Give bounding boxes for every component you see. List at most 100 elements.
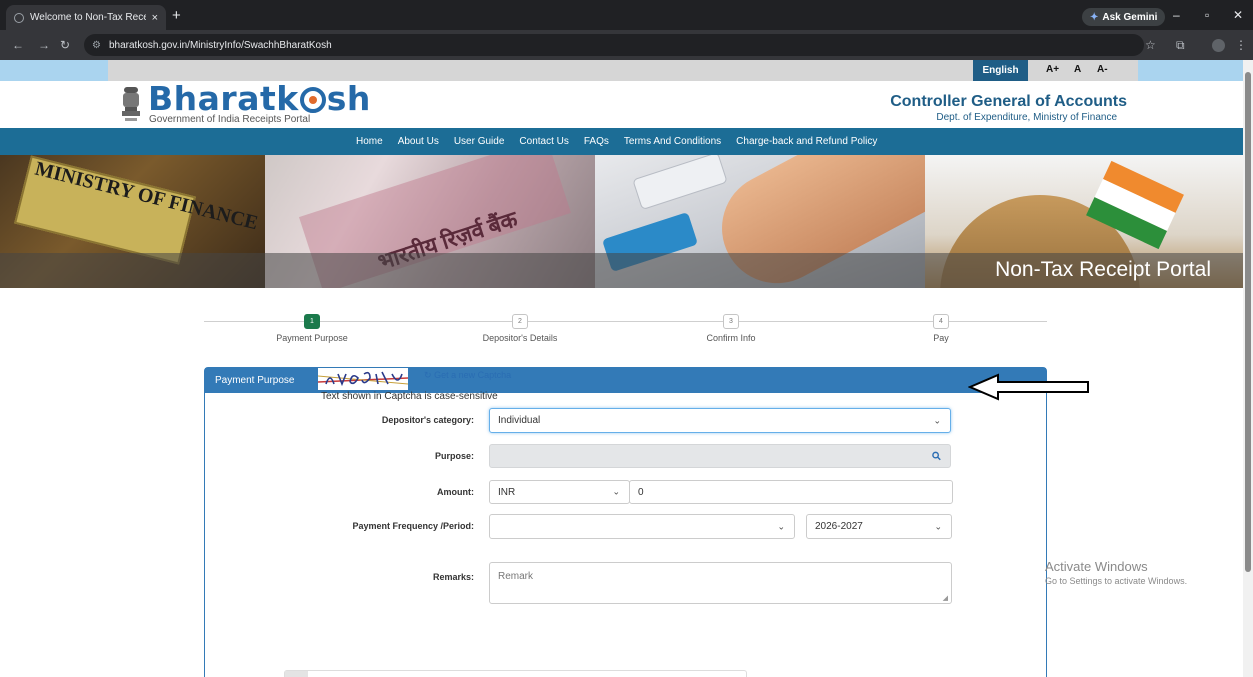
browser-tab[interactable]: Welcome to Non-Tax Receipt P × (6, 5, 166, 30)
chevron-down-icon: ⌄ (777, 521, 785, 531)
category-label: Depositor's category: (381, 415, 474, 425)
purpose-label: Purpose: (434, 451, 474, 461)
national-emblem-icon (122, 87, 140, 121)
step-number: 4 (933, 314, 949, 329)
new-captcha-link[interactable]: ↻ Get a new Captcha (424, 370, 511, 381)
nav-about-us[interactable]: About Us (391, 128, 446, 155)
tab-title: Welcome to Non-Tax Receipt P (30, 12, 146, 23)
activate-line2: Go to Settings to activate Windows. (1045, 576, 1188, 586)
wizard-step-pay[interactable]: 4 Pay (861, 314, 1021, 343)
portal-tagline: Government of India Receipts Portal (149, 114, 311, 125)
profile-avatar[interactable] (1212, 39, 1225, 52)
font-normal-button[interactable]: A (1074, 64, 1081, 75)
tab-close-icon[interactable]: × (152, 12, 158, 24)
minimize-button[interactable]: – (1173, 8, 1180, 22)
activate-line1: Activate Windows (1045, 559, 1148, 574)
step-label: Confirm Info (706, 333, 756, 343)
chevron-down-icon: ⌄ (612, 486, 620, 497)
depositor-category-select[interactable]: Individual ⌄ (489, 408, 951, 433)
resize-handle-icon[interactable]: ◢ (943, 594, 948, 602)
site-info-icon[interactable]: ⚙ (92, 40, 101, 51)
window-close-button[interactable]: ✕ (1233, 8, 1243, 22)
payment-frequency-select[interactable]: ⌄ (489, 514, 795, 539)
wizard-step-payment-purpose[interactable]: 1 Payment Purpose (232, 314, 392, 343)
remarks-label: Remarks: (432, 572, 474, 582)
windows-activation-watermark: Activate Windows Go to Settings to activ… (1045, 559, 1187, 586)
year-value: 2026-2027 (815, 521, 863, 532)
chakra-icon (299, 87, 326, 113)
nav-contact-us[interactable]: Contact Us (512, 128, 575, 155)
scrollbar-thumb[interactable] (1245, 72, 1251, 572)
step-number: 3 (723, 314, 739, 329)
keyboard-key (632, 155, 728, 211)
search-icon[interactable] (932, 451, 941, 461)
reload-icon[interactable]: ↻ (60, 38, 70, 52)
browser-tab-bar: Welcome to Non-Tax Receipt P × + ✦ Ask G… (0, 0, 1253, 30)
nav-home[interactable]: Home (348, 128, 390, 155)
chevron-down-icon: ⌄ (933, 415, 941, 425)
url-text: bharatkosh.gov.in/MinistryInfo/SwachhBha… (108, 39, 332, 51)
page-scrollbar[interactable] (1243, 60, 1253, 677)
new-captcha-label: Get a new Captcha (434, 370, 512, 380)
bookmark-star-icon[interactable]: ☆ (1145, 38, 1156, 52)
category-value: Individual (498, 415, 541, 426)
hero-banner: MINISTRY OF FINANCE भारतीय रिज़र्व बैंक … (0, 155, 1243, 288)
extension-icon[interactable]: ⧉ (1176, 38, 1185, 53)
bharatkosh-logo[interactable]: Bharatk sh (148, 81, 371, 117)
language-button[interactable]: English (973, 60, 1028, 81)
purpose-field[interactable] (489, 444, 951, 468)
maximize-button[interactable]: ▫ (1205, 8, 1209, 22)
url-input[interactable]: ⚙ bharatkosh.gov.in/MinistryInfo/SwachhB… (84, 34, 1144, 56)
ask-gemini-button[interactable]: ✦ Ask Gemini (1082, 8, 1166, 26)
refresh-icon: ↻ (424, 370, 432, 380)
annotation-arrow-icon (968, 373, 1089, 401)
strip-accent-left (0, 60, 108, 81)
logo-text-end: sh (326, 79, 371, 118)
payment-wizard: 1 Payment Purpose 2 Depositor's Details … (204, 310, 1047, 350)
org-title: Controller General of Accounts (890, 93, 1127, 110)
payment-purpose-panel: Payment Purpose Depositor's category: In… (204, 367, 1047, 677)
financial-year-select[interactable]: 2026-2027 ⌄ (806, 514, 952, 539)
sparkle-icon: ✦ (1090, 11, 1099, 23)
logo-text-start: Bharatk (148, 79, 299, 118)
captcha-note: Text shown in Captcha is case-sensitive (321, 391, 498, 402)
nav-faqs[interactable]: FAQs (577, 128, 616, 155)
amount-value: 0 (638, 486, 644, 498)
font-decrease-button[interactable]: A- (1097, 64, 1108, 75)
currency-value: INR (498, 486, 516, 498)
main-nav: Home About Us User Guide Contact Us FAQs… (0, 128, 1243, 155)
font-increase-button[interactable]: A+ (1046, 64, 1059, 75)
chevron-down-icon: ⌄ (934, 521, 942, 531)
ask-gemini-label: Ask Gemini (1102, 11, 1158, 23)
nav-refund-policy[interactable]: Charge-back and Refund Policy (729, 128, 884, 155)
step-number: 1 (304, 314, 320, 329)
wizard-step-confirm-info[interactable]: 3 Confirm Info (651, 314, 811, 343)
new-tab-button[interactable]: + (172, 7, 181, 24)
portal-title: Non-Tax Receipt Portal (995, 258, 1211, 281)
step-number: 2 (512, 314, 528, 329)
forward-icon[interactable]: → (38, 38, 50, 52)
step-label: Pay (933, 333, 949, 343)
back-icon[interactable]: ← (12, 38, 24, 52)
currency-select[interactable]: INR ⌄ (489, 480, 630, 504)
amount-label: Amount: (437, 487, 474, 497)
amount-input[interactable]: 0 (629, 480, 953, 504)
step-label: Depositor's Details (482, 333, 558, 343)
captcha-input-partial[interactable] (284, 670, 747, 677)
remarks-placeholder: Remark (498, 571, 534, 582)
captcha-image (318, 368, 408, 390)
globe-icon (14, 12, 24, 23)
frequency-label: Payment Frequency /Period: (352, 521, 474, 531)
input-addon (285, 671, 308, 677)
org-subtitle: Dept. of Expenditure, Ministry of Financ… (936, 112, 1117, 123)
nav-terms[interactable]: Terms And Conditions (617, 128, 728, 155)
browser-menu-icon[interactable]: ⋮ (1235, 38, 1247, 52)
remarks-textarea[interactable]: Remark ◢ (489, 562, 952, 604)
nav-user-guide[interactable]: User Guide (447, 128, 512, 155)
accessibility-strip: English A+ A A- (0, 60, 1243, 81)
site-header: Bharatk sh Government of India Receipts P… (0, 81, 1243, 128)
wizard-step-depositor-details[interactable]: 2 Depositor's Details (440, 314, 600, 343)
step-label: Payment Purpose (276, 333, 348, 343)
address-bar: ← → ↻ ⚙ bharatkosh.gov.in/MinistryInfo/S… (0, 30, 1253, 60)
strip-accent-right (1138, 60, 1243, 81)
